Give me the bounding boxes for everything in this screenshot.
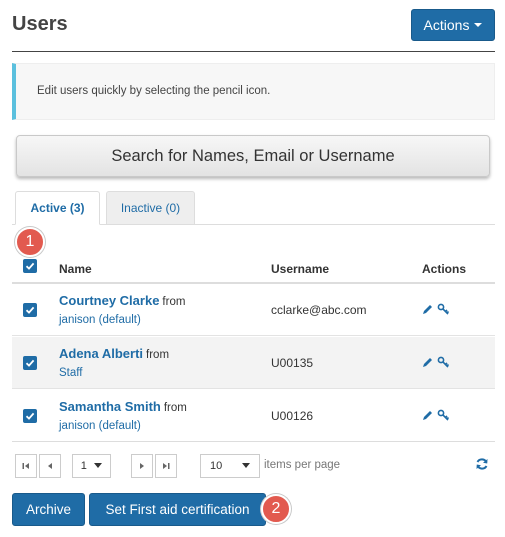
refresh-icon[interactable] xyxy=(475,457,489,471)
key-icon[interactable] xyxy=(437,303,450,316)
row-actions xyxy=(421,409,450,422)
tab-inactive[interactable]: Inactive (0) xyxy=(106,191,195,225)
actions-button-label: Actions xyxy=(423,17,470,33)
next-page-icon xyxy=(140,463,144,469)
user-name[interactable]: Samantha Smith xyxy=(59,399,161,414)
key-icon[interactable] xyxy=(437,356,450,369)
actions-dropdown-button[interactable]: Actions xyxy=(411,9,495,41)
from-label: from xyxy=(163,402,187,414)
pencil-icon[interactable] xyxy=(421,303,434,316)
row-checkbox[interactable] xyxy=(23,356,37,370)
pencil-icon[interactable] xyxy=(421,356,434,369)
prev-page-button[interactable] xyxy=(39,454,61,478)
search-button[interactable]: Search for Names, Email or Username xyxy=(16,135,490,177)
table-row: Samantha Smith from janison (default) U00… xyxy=(12,390,495,442)
table-row: Adena Alberti from Staff U00135 xyxy=(12,337,495,389)
last-page-icon xyxy=(163,463,170,469)
chevron-down-icon xyxy=(94,463,103,468)
last-page-button[interactable] xyxy=(155,454,177,478)
column-header-name[interactable]: Name xyxy=(59,262,92,276)
checkbox-checked-icon xyxy=(25,306,35,314)
archive-button[interactable]: Archive xyxy=(12,493,85,526)
username-cell: U00135 xyxy=(271,356,314,370)
user-name[interactable]: Adena Alberti xyxy=(59,346,143,361)
key-icon[interactable] xyxy=(437,409,450,422)
annotation-badge-2: 2 xyxy=(261,494,291,524)
user-name[interactable]: Courtney Clarke xyxy=(59,293,159,308)
tab-active[interactable]: Active (3) xyxy=(15,191,100,225)
org-link[interactable]: janison (default) xyxy=(59,314,141,326)
user-name-link[interactable]: Adena Alberti from xyxy=(59,346,169,361)
user-name-link[interactable]: Courtney Clarke from xyxy=(59,293,185,308)
prev-page-icon xyxy=(48,463,52,469)
title-divider xyxy=(12,51,495,52)
set-first-aid-certification-button[interactable]: Set First aid certification xyxy=(89,493,266,526)
checkbox-checked-icon xyxy=(25,262,35,270)
org-link[interactable]: janison (default) xyxy=(59,420,141,432)
info-callout: Edit users quickly by selecting the penc… xyxy=(12,63,495,120)
from-label: from xyxy=(146,349,170,361)
column-header-actions: Actions xyxy=(422,262,467,276)
first-page-button[interactable] xyxy=(15,454,37,478)
table-row: Courtney Clarke from janison (default) cc… xyxy=(12,284,495,336)
username-cell: U00126 xyxy=(271,409,314,423)
checkbox-checked-icon xyxy=(25,359,35,367)
page-size-select[interactable]: 10 xyxy=(200,454,260,478)
info-text: Edit users quickly by selecting the penc… xyxy=(37,85,271,97)
caret-down-icon xyxy=(474,23,483,27)
annotation-badge-1: 1 xyxy=(15,227,45,257)
pencil-icon[interactable] xyxy=(421,409,434,422)
page-select[interactable]: 1 xyxy=(72,454,111,478)
page-number: 1 xyxy=(80,460,87,472)
row-checkbox[interactable] xyxy=(23,303,37,317)
first-page-icon xyxy=(22,463,29,469)
row-actions xyxy=(421,303,450,316)
page-size-value: 10 xyxy=(210,460,223,472)
items-per-page-label: items per page xyxy=(264,459,341,471)
select-all-checkbox[interactable] xyxy=(23,259,37,273)
chevron-down-icon xyxy=(242,463,250,468)
column-header-username[interactable]: Username xyxy=(271,262,329,276)
username-cell: cclarke@abc.com xyxy=(271,303,367,317)
page-title: Users xyxy=(12,13,68,35)
from-label: from xyxy=(162,296,186,308)
row-checkbox[interactable] xyxy=(23,409,37,423)
next-page-button[interactable] xyxy=(131,454,153,478)
checkbox-checked-icon xyxy=(25,412,35,420)
user-name-link[interactable]: Samantha Smith from xyxy=(59,399,187,414)
org-link[interactable]: Staff xyxy=(59,367,82,379)
row-actions xyxy=(421,356,450,369)
